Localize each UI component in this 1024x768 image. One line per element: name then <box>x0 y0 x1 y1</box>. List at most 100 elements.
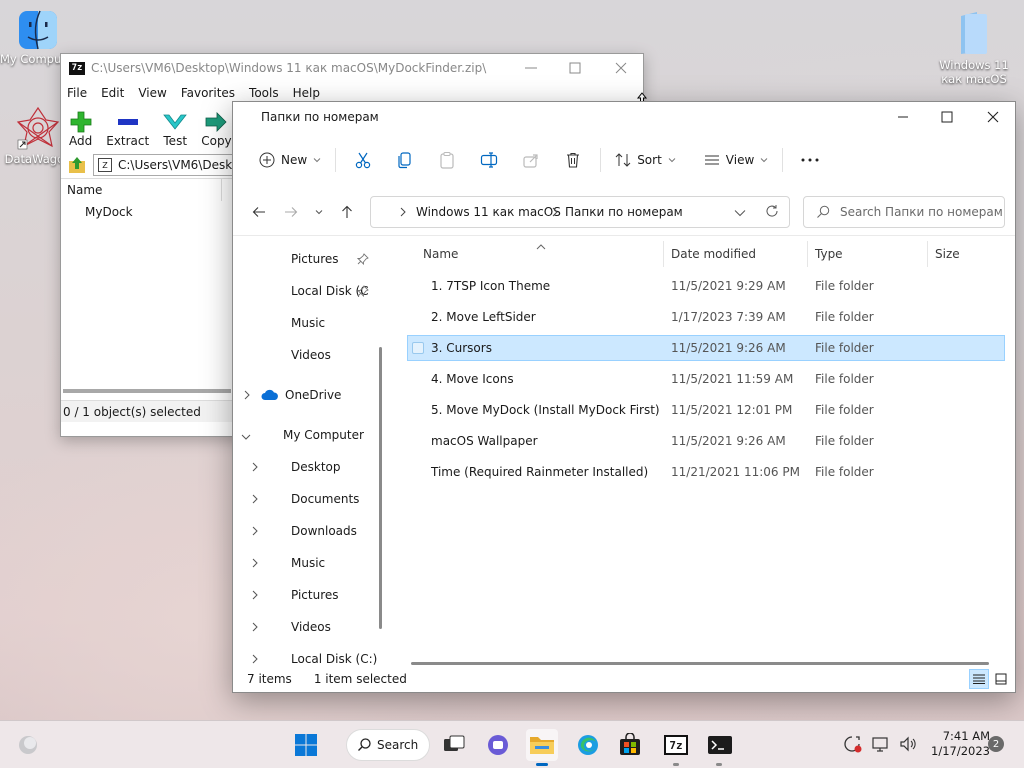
sevenzip-titlebar[interactable]: 7z C:\Users\VM6\Desktop\Windows 11 как m… <box>61 54 643 82</box>
terminal-icon[interactable] <box>704 729 736 761</box>
chevron-right-icon[interactable] <box>251 622 259 635</box>
edge-browser-icon[interactable] <box>572 729 604 761</box>
column-divider[interactable] <box>807 241 808 267</box>
chevron-right-icon[interactable] <box>251 526 259 539</box>
back-button[interactable] <box>243 197 275 227</box>
minimize-icon[interactable] <box>523 60 539 76</box>
meet-now-icon[interactable] <box>842 734 862 757</box>
sidebar-item-onedrive[interactable]: OneDrive <box>261 383 341 407</box>
explorer-titlebar[interactable]: Папки по номерам <box>233 102 1015 132</box>
desktop-icon-windows11-folder[interactable]: Windows 11 как macOS <box>936 10 1012 86</box>
column-divider[interactable] <box>927 241 928 267</box>
notification-badge[interactable]: 2 <box>988 736 1004 752</box>
search-input[interactable]: Search Папки по номерам <box>803 196 1005 228</box>
sidebar-item-pictures[interactable]: Pictures <box>291 247 339 271</box>
sort-button[interactable]: Sort <box>607 144 684 176</box>
chevron-right-icon[interactable] <box>251 462 259 475</box>
view-button[interactable]: View <box>696 144 776 176</box>
refresh-icon[interactable] <box>765 204 779 221</box>
table-row[interactable]: macOS Wallpaper 11/5/2021 9:26 AM File f… <box>407 428 1005 454</box>
maximize-icon[interactable] <box>567 60 583 76</box>
clock[interactable]: 7:41 AM 1/17/2023 <box>920 729 990 759</box>
table-row[interactable]: 5. Move MyDock (Install MyDock First) 11… <box>407 397 1005 423</box>
chevron-right-icon[interactable] <box>251 590 259 603</box>
sidebar-item-videos-pc[interactable]: Videos <box>291 615 331 639</box>
sidebar-item-music-pc[interactable]: Music <box>291 551 325 575</box>
maximize-button[interactable] <box>924 102 970 132</box>
breadcrumb-item[interactable]: Windows 11 как macOS <box>416 205 561 219</box>
address-bar[interactable]: Windows 11 как macOS Папки по номерам <box>370 196 790 228</box>
table-row[interactable]: 2. Move LeftSider 1/17/2023 7:39 AM File… <box>407 304 1005 330</box>
up-button[interactable] <box>331 197 363 227</box>
add-button[interactable]: Add <box>69 110 92 152</box>
copy-button[interactable]: Copy <box>201 110 232 152</box>
explorer-window[interactable]: Папки по номерам New Sort View Windows 1… <box>232 101 1016 693</box>
navigation-pane[interactable]: Pictures Local Disk (C Music Videos OneD… <box>233 237 379 667</box>
delete-button[interactable] <box>558 144 588 176</box>
extract-button[interactable]: Extract <box>106 110 149 152</box>
column-header-name[interactable]: Name <box>423 237 458 271</box>
sidebar-scrollbar[interactable] <box>379 347 382 629</box>
close-button[interactable] <box>970 102 1016 132</box>
start-button[interactable] <box>290 729 322 761</box>
table-row[interactable]: Time (Required Rainmeter Installed) 11/2… <box>407 459 1005 485</box>
horizontal-scrollbar[interactable] <box>63 389 231 393</box>
column-header-type[interactable]: Type <box>815 237 843 271</box>
chevron-down-icon[interactable] <box>241 431 251 444</box>
sidebar-item-pictures-pc[interactable]: Pictures <box>291 583 339 607</box>
test-button[interactable]: Test <box>163 110 188 152</box>
horizontal-scrollbar[interactable] <box>411 662 989 665</box>
chat-icon[interactable] <box>482 729 514 761</box>
taskbar-search-button[interactable]: Search <box>346 729 430 761</box>
column-header-size[interactable]: Size <box>935 237 960 271</box>
sidebar-item-my-computer[interactable]: My Computer <box>283 423 364 447</box>
column-divider[interactable] <box>663 241 664 267</box>
breadcrumb-item[interactable]: Папки по номерам <box>565 205 683 219</box>
menu-view[interactable]: View <box>138 86 166 100</box>
details-view-button[interactable] <box>969 669 989 689</box>
chevron-right-icon[interactable] <box>251 494 259 507</box>
sidebar-item-videos[interactable]: Videos <box>291 343 331 367</box>
volume-icon[interactable] <box>898 734 918 757</box>
menu-edit[interactable]: Edit <box>101 86 124 100</box>
column-header-name[interactable]: Name <box>67 183 102 197</box>
column-header-date[interactable]: Date modified <box>671 237 756 271</box>
menu-help[interactable]: Help <box>293 86 320 100</box>
row-checkbox-icon[interactable] <box>412 342 424 354</box>
forward-button[interactable] <box>275 197 307 227</box>
chevron-right-icon[interactable] <box>251 558 259 571</box>
table-row-selected[interactable]: 3. Cursors 11/5/2021 9:26 AM File folder <box>407 335 1005 361</box>
menu-tools[interactable]: Tools <box>249 86 279 100</box>
address-dropdown-icon[interactable] <box>734 207 746 221</box>
minimize-button[interactable] <box>880 102 926 132</box>
share-button[interactable] <box>516 144 546 176</box>
sidebar-item-documents[interactable]: Documents <box>291 487 359 511</box>
table-row[interactable]: 1. 7TSP Icon Theme 11/5/2021 9:29 AM Fil… <box>407 273 1005 299</box>
sidebar-item-downloads[interactable]: Downloads <box>291 519 357 543</box>
file-list[interactable]: Name Date modified Type Size 1. 7TSP Ico… <box>391 237 1015 667</box>
sidebar-item-music[interactable]: Music <box>291 311 325 335</box>
tiles-view-button[interactable] <box>991 669 1011 689</box>
list-item[interactable]: MyDock <box>85 205 133 219</box>
recent-locations-button[interactable] <box>307 197 331 227</box>
more-options-button[interactable] <box>795 144 825 176</box>
task-view-icon[interactable] <box>438 729 470 761</box>
store-icon[interactable] <box>614 729 646 761</box>
file-explorer-taskbar-icon[interactable] <box>526 729 558 761</box>
up-folder-icon[interactable] <box>67 155 87 175</box>
new-button[interactable]: New <box>251 144 329 176</box>
network-icon[interactable] <box>870 734 890 757</box>
menu-file[interactable]: File <box>67 86 87 100</box>
chevron-right-icon[interactable] <box>243 390 251 403</box>
sevenzip-taskbar-icon[interactable]: 7z <box>660 729 692 761</box>
table-row[interactable]: 4. Move Icons 11/5/2021 11:59 AM File fo… <box>407 366 1005 392</box>
copy-button[interactable] <box>390 144 420 176</box>
rename-button[interactable] <box>474 144 504 176</box>
weather-widget-icon[interactable] <box>12 729 44 761</box>
paste-button[interactable] <box>432 144 462 176</box>
divider <box>782 148 784 172</box>
close-icon[interactable] <box>613 60 629 76</box>
sidebar-item-desktop[interactable]: Desktop <box>291 455 341 479</box>
menu-favorites[interactable]: Favorites <box>181 86 235 100</box>
cut-button[interactable] <box>348 144 378 176</box>
